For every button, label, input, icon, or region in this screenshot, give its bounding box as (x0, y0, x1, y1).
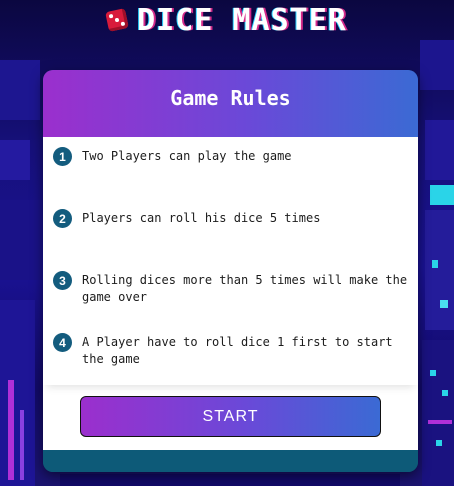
card-footer (43, 450, 418, 472)
rule-number-badge: 1 (53, 147, 72, 166)
start-area: START (43, 385, 418, 450)
rule-item: 4 A Player have to roll dice 1 first to … (43, 323, 418, 385)
start-button[interactable]: START (80, 396, 381, 437)
rule-text: Two Players can play the game (82, 149, 292, 163)
dice-icon (105, 8, 130, 32)
app-title: DICE MASTER (137, 2, 347, 38)
rule-item: 1 Two Players can play the game (43, 137, 418, 199)
rule-number-badge: 2 (53, 209, 72, 228)
rules-list: 1 Two Players can play the game 2 Player… (43, 137, 418, 385)
rule-text: Rolling dices more than 5 times will mak… (82, 273, 408, 304)
rule-item: 3 Rolling dices more than 5 times will m… (43, 261, 418, 323)
rule-text: A Player have to roll dice 1 first to st… (82, 335, 393, 366)
rule-item: 2 Players can roll his dice 5 times (43, 199, 418, 261)
rule-number-badge: 4 (53, 333, 72, 352)
rule-number-badge: 3 (53, 271, 72, 290)
rules-card: Game Rules 1 Two Players can play the ga… (43, 70, 418, 472)
rule-text: Players can roll his dice 5 times (82, 211, 321, 225)
rules-card-header: Game Rules (43, 70, 418, 137)
app-header: DICE MASTER (0, 0, 454, 40)
rules-heading: Game Rules (170, 85, 291, 110)
